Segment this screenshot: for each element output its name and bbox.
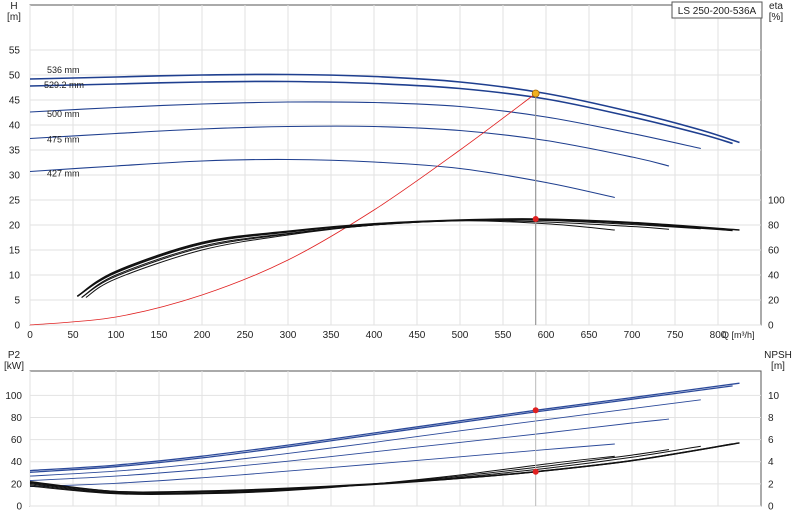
head-curve-label: 500 mm — [47, 109, 80, 119]
x-tick-label: 150 — [151, 330, 168, 341]
head-tick-label: 55 — [9, 46, 21, 57]
x-tick-label: 300 — [280, 330, 297, 341]
axis-label-line: [m] — [771, 361, 785, 372]
head-tick-label: 20 — [9, 221, 21, 232]
pump-curve-svg: 0 50 100 150 200 250 300 350 400 450 500 550 600 650 7… — [4, 1, 792, 513]
x-tick-label: 350 — [323, 330, 340, 341]
x-tick-label: 600 — [538, 330, 555, 341]
duty-point-head-marker — [531, 89, 540, 98]
head-curve-label: 536 mm — [47, 65, 80, 75]
npsh-tick-label: 8 — [768, 413, 774, 424]
head-tick-label: 45 — [9, 96, 21, 107]
power-axis-label: P2 [kW] — [4, 350, 24, 372]
head-tick-label: 5 — [14, 296, 20, 307]
eta-tick-label: 40 — [768, 271, 780, 282]
axis-label-line: NPSH — [764, 350, 792, 361]
pump-curve-chart: 0 50 100 150 200 250 300 350 400 450 500 550 600 650 7… — [0, 0, 800, 520]
head-tick-label: 40 — [9, 121, 21, 132]
eta-axis-label: eta [%] — [769, 1, 784, 23]
head-tick-label: 10 — [9, 271, 21, 282]
x-tick-label: 750 — [667, 330, 684, 341]
npsh-tick-label: 2 — [768, 479, 774, 490]
x-tick-label: 450 — [409, 330, 426, 341]
x-tick-label: 50 — [67, 330, 79, 341]
head-curve-label: 475 mm — [47, 135, 80, 145]
power-plot-frame — [29, 370, 762, 507]
x-tick-label: 650 — [581, 330, 598, 341]
x-tick-label: 100 — [108, 330, 125, 341]
npsh-axis-label: NPSH [m] — [764, 350, 792, 372]
npsh-tick-label: 4 — [768, 457, 774, 468]
eta-tick-label: 80 — [768, 221, 780, 232]
x-tick-label: 550 — [495, 330, 512, 341]
x-tick-label: 400 — [366, 330, 383, 341]
npsh-tick-label: 10 — [768, 391, 780, 402]
power-tick-label: 100 — [5, 391, 22, 402]
duty-point-power-marker — [532, 407, 539, 414]
eta-tick-label: 20 — [768, 296, 780, 307]
eta-tick-label: 0 — [768, 321, 774, 332]
chart-title: LS 250-200-536A — [678, 6, 757, 17]
npsh-tick-label: 0 — [768, 502, 774, 513]
x-tick-label: 0 — [27, 330, 33, 341]
eta-tick-label: 60 — [768, 246, 780, 257]
power-tick-label: 0 — [16, 502, 22, 513]
head-tick-label: 25 — [9, 196, 21, 207]
duty-point-eta-marker — [532, 216, 539, 222]
axis-label-line: H — [10, 1, 17, 12]
x-tick-label: 700 — [624, 330, 641, 341]
head-axis-label: H [m] — [7, 1, 21, 23]
head-curve-label: 529.2 mm — [44, 80, 84, 90]
head-tick-label: 15 — [9, 246, 21, 257]
axis-label-line: P2 — [8, 350, 21, 361]
power-tick-label: 60 — [11, 435, 23, 446]
head-tick-label: 30 — [9, 171, 21, 182]
power-tick-label: 20 — [11, 479, 23, 490]
x-tick-label: 250 — [237, 330, 254, 341]
eta-tick-label: 100 — [768, 196, 785, 207]
head-tick-label: 35 — [9, 146, 21, 157]
axis-label-line: [kW] — [4, 361, 24, 372]
flow-axis-label: Q [m³/h] — [722, 330, 755, 340]
axis-label-line: [%] — [769, 12, 784, 23]
head-curve-label: 427 mm — [47, 169, 80, 179]
axis-label-line: [m] — [7, 12, 21, 23]
x-tick-label: 200 — [194, 330, 211, 341]
npsh-tick-label: 6 — [768, 435, 774, 446]
head-tick-label: 50 — [9, 71, 21, 82]
head-tick-label: 0 — [14, 321, 20, 332]
power-tick-label: 80 — [11, 413, 23, 424]
duty-point-npsh-marker — [532, 468, 539, 475]
axis-label-line: eta — [769, 1, 783, 12]
power-tick-label: 40 — [11, 457, 23, 468]
x-tick-label: 500 — [452, 330, 469, 341]
